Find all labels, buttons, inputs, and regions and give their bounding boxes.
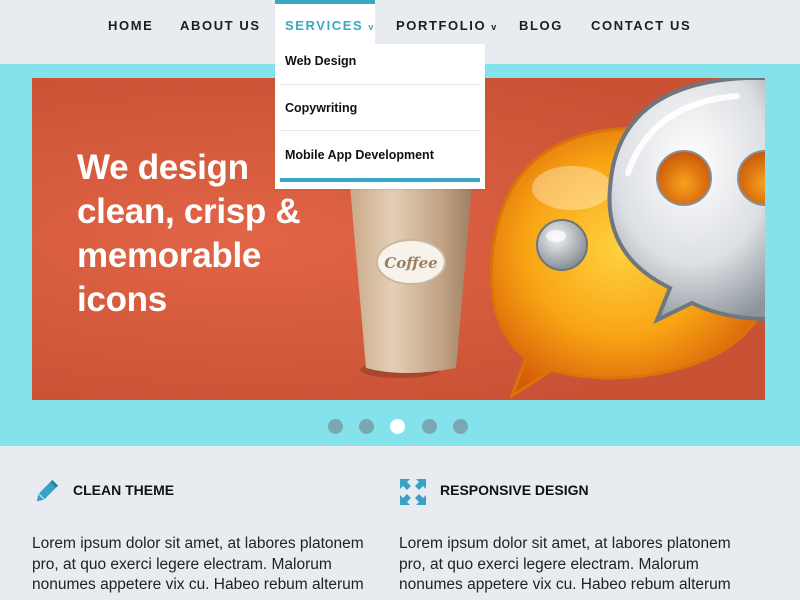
headline-line: clean, crisp & <box>77 192 301 231</box>
nav-home[interactable]: HOME <box>108 0 153 44</box>
services-dropdown-menu: Web Design Copywriting Mobile App Develo… <box>275 44 485 189</box>
nav-about-us[interactable]: ABOUT US <box>180 0 261 44</box>
dropdown-accent-bar <box>280 178 480 182</box>
slider-dot-4[interactable] <box>422 419 437 434</box>
feature-title: CLEAN THEME <box>73 482 175 498</box>
nav-portfolio[interactable]: PORTFOLIO v <box>396 0 496 44</box>
nav-home-label: HOME <box>108 18 154 33</box>
dropdown-item-copywriting[interactable]: Copywriting <box>285 101 479 115</box>
chevron-down-icon: v <box>368 22 374 32</box>
nav-services-label: SERVICES <box>285 18 364 33</box>
divider <box>280 130 480 131</box>
nav-contact-us-label: CONTACT US <box>591 18 692 33</box>
nav-blog[interactable]: BLOG <box>519 0 563 44</box>
feature-text: Lorem ipsum dolor sit amet, at labores p… <box>399 535 731 593</box>
headline-line: memorable <box>77 236 262 275</box>
slider-dot-2[interactable] <box>359 419 374 434</box>
nav-blog-label: BLOG <box>519 18 563 33</box>
expand-arrows-icon <box>400 479 426 505</box>
nav-portfolio-label: PORTFOLIO <box>396 18 487 33</box>
nav-about-us-label: ABOUT US <box>180 18 261 33</box>
coffee-cup-image: Coffee <box>345 170 477 378</box>
slider-dot-5[interactable] <box>453 419 468 434</box>
slider-dot-1[interactable] <box>328 419 343 434</box>
cup-label: Coffee <box>384 254 437 272</box>
feature-title: RESPONSIVE DESIGN <box>440 482 589 498</box>
dropdown-item-mobile-app-development[interactable]: Mobile App Development <box>285 148 479 162</box>
chevron-down-icon: v <box>491 22 497 32</box>
dropdown-item-web-design[interactable]: Web Design <box>285 54 479 68</box>
nav-contact-us[interactable]: CONTACT US <box>591 0 691 44</box>
slider-dot-3[interactable] <box>390 419 405 434</box>
headline-line: icons <box>77 280 167 319</box>
divider <box>280 84 480 85</box>
pencil-icon <box>36 479 59 502</box>
nav-services[interactable]: SERVICES v <box>275 0 375 44</box>
feature-text: Lorem ipsum dolor sit amet, at labores p… <box>32 535 364 593</box>
